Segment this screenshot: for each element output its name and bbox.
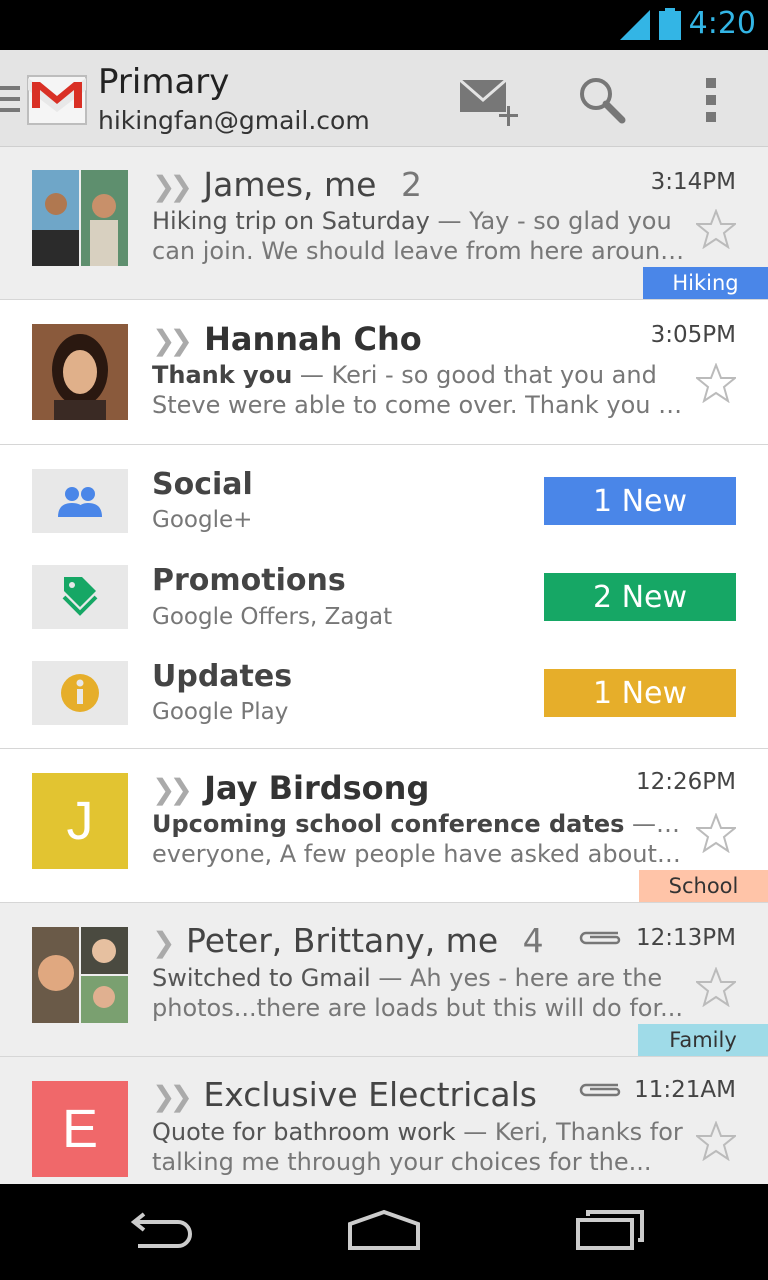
system-nav-bar: [0, 1184, 768, 1280]
message-snippet: Hiking trip on Saturday — Yay - so glad …: [152, 207, 687, 265]
recents-icon[interactable]: [570, 1204, 650, 1260]
conversation-row[interactable]: J ❯❯ Jay Birdsong 12:26PM Upcoming schoo…: [0, 749, 768, 903]
message-snippet: Switched to Gmail — Ah yes - here are th…: [152, 964, 683, 1022]
contact-avatar: [32, 927, 128, 1023]
social-people-icon: [32, 469, 128, 533]
label-school: School: [639, 870, 768, 902]
message-count: 4: [522, 921, 544, 960]
star-icon[interactable]: [696, 967, 736, 1007]
contact-avatar: [32, 170, 128, 266]
chevron-icon: ❯❯: [152, 1080, 193, 1113]
category-summary: Social Google+ 1 New Promotions Google O…: [0, 445, 768, 749]
chevron-icon: ❯❯: [152, 324, 193, 357]
category-updates[interactable]: Updates Google Play 1 New: [0, 659, 768, 757]
message-snippet: Thank you — Keri - so good that you and …: [152, 361, 687, 419]
back-icon[interactable]: [120, 1204, 200, 1260]
label-hiking: Hiking: [643, 267, 768, 299]
battery-icon: [659, 8, 681, 40]
new-count-badge[interactable]: 2 New: [544, 573, 736, 621]
search-icon[interactable]: [570, 72, 634, 128]
star-icon[interactable]: [696, 1121, 736, 1161]
new-count-badge[interactable]: 1 New: [544, 477, 736, 525]
category-social[interactable]: Social Google+ 1 New: [0, 467, 768, 565]
timestamp: 3:05PM: [650, 322, 736, 348]
subject: Quote for bathroom work: [152, 1118, 456, 1146]
subject: Thank you: [152, 361, 293, 389]
updates-info-icon: [32, 661, 128, 725]
subject: Switched to Gmail: [152, 964, 371, 992]
promotions-tag-icon: [32, 565, 128, 629]
overflow-menu-icon[interactable]: [690, 72, 734, 128]
timestamp: 3:14PM: [650, 169, 736, 195]
timestamp: 12:13PM: [636, 925, 736, 951]
account-email[interactable]: hikingfan@gmail.com: [98, 106, 370, 135]
star-icon[interactable]: [696, 813, 736, 853]
contact-avatar: J: [32, 773, 128, 869]
new-count-badge[interactable]: 1 New: [544, 669, 736, 717]
chevron-icon: ❯❯: [152, 773, 193, 806]
gmail-logo[interactable]: [26, 68, 88, 128]
attachment-icon: [579, 931, 621, 945]
conversation-row[interactable]: E ❯❯ Exclusive Electricals 11:21AM Quote…: [0, 1057, 768, 1184]
status-bar: 4:20: [0, 0, 768, 50]
star-icon[interactable]: [696, 363, 736, 403]
sender-name: ❯ Peter, Brittany, me 4: [152, 921, 544, 960]
timestamp: 12:26PM: [636, 769, 736, 795]
category-sources: Google Play: [152, 699, 289, 725]
subject: Hiking trip on Saturday: [152, 207, 430, 235]
conversation-row[interactable]: ❯❯ Hannah Cho 3:05PM Thank you — Keri - …: [0, 300, 768, 445]
sender-name: ❯❯ Jay Birdsong: [152, 769, 430, 807]
action-bar: Primary hikingfan@gmail.com: [0, 50, 768, 147]
attachment-icon: [579, 1083, 621, 1097]
sender-name: ❯❯ Exclusive Electricals: [152, 1075, 537, 1114]
subject: Upcoming school conference dates: [152, 810, 625, 838]
contact-avatar: E: [32, 1081, 128, 1177]
message-snippet: Quote for bathroom work — Keri, Thanks f…: [152, 1118, 683, 1176]
chevron-icon: ❯❯: [152, 170, 193, 203]
signal-icon: [620, 10, 650, 40]
message-snippet: Upcoming school conference dates — Hello…: [152, 810, 687, 868]
status-clock: 4:20: [688, 6, 756, 41]
contact-avatar: [32, 324, 128, 420]
category-name: Updates: [152, 659, 293, 694]
compose-icon[interactable]: [456, 72, 520, 128]
nav-drawer-icon[interactable]: [0, 86, 20, 112]
sender-name: ❯❯ Hannah Cho: [152, 320, 422, 358]
category-name: Social: [152, 467, 253, 502]
category-sources: Google+: [152, 507, 253, 533]
category-promotions[interactable]: Promotions Google Offers, Zagat 2 New: [0, 563, 768, 661]
mailbox-title: Primary: [98, 62, 230, 102]
timestamp: 11:21AM: [634, 1077, 736, 1103]
star-icon[interactable]: [696, 209, 736, 249]
category-name: Promotions: [152, 563, 346, 598]
message-count: 2: [400, 165, 422, 204]
conversation-list[interactable]: ❯❯ James, me 2 3:14PM Hiking trip on Sat…: [0, 147, 768, 1184]
sender-name: ❯❯ James, me 2: [152, 165, 422, 204]
chevron-icon: ❯: [152, 926, 176, 959]
conversation-row[interactable]: ❯❯ James, me 2 3:14PM Hiking trip on Sat…: [0, 147, 768, 300]
conversation-row[interactable]: ❯ Peter, Brittany, me 4 12:13PM Switched…: [0, 903, 768, 1057]
label-family: Family: [638, 1024, 768, 1056]
home-icon[interactable]: [344, 1204, 424, 1260]
category-sources: Google Offers, Zagat: [152, 604, 393, 630]
